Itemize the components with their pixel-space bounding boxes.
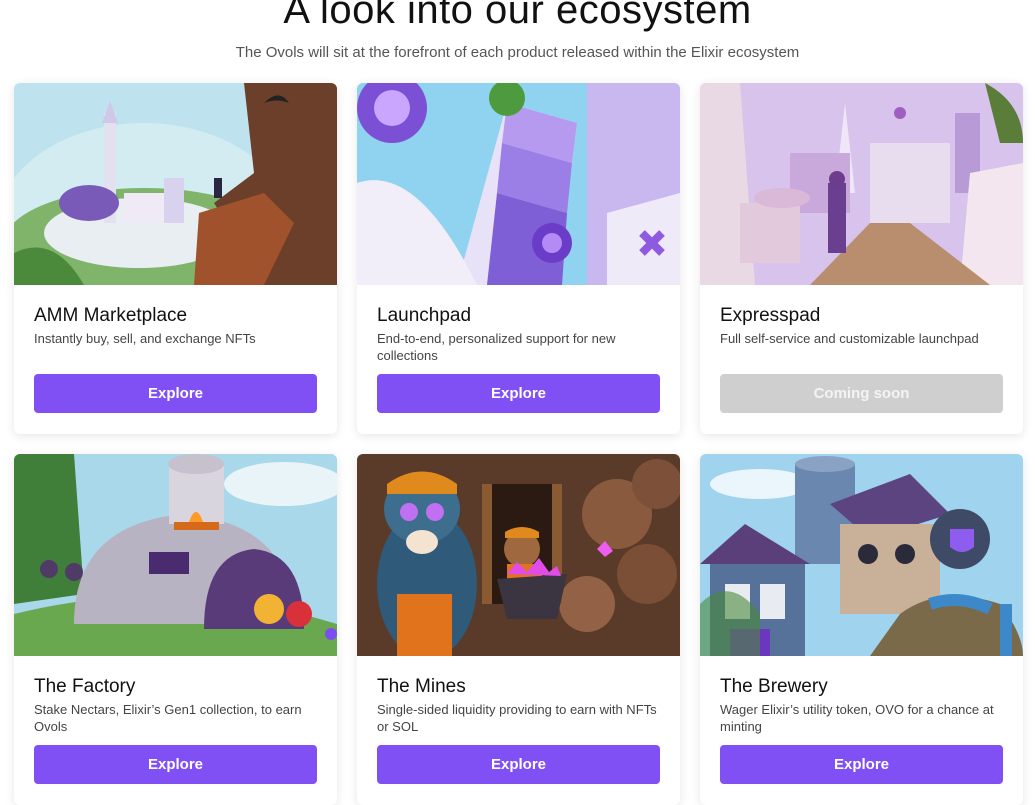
card-title: Launchpad [377, 305, 472, 326]
card-image-miner-apes [357, 454, 680, 656]
card-the-factory: The Factory Stake Nectars, Elixir’s Gen1… [14, 454, 337, 805]
card-the-brewery: The Brewery Wager Elixir’s utility token… [700, 454, 1023, 805]
card-description: Instantly buy, sell, and exchange NFTs [34, 331, 256, 346]
explore-button[interactable]: Explore [377, 374, 660, 413]
card-title: The Factory [34, 676, 136, 697]
card-title: The Mines [377, 676, 466, 697]
card-image-brewery-building [700, 454, 1023, 656]
explore-button[interactable]: Explore [720, 745, 1003, 784]
explore-button[interactable]: Explore [377, 745, 660, 784]
card-expresspad: Expresspad Full self-service and customi… [700, 83, 1023, 434]
page-subtitle: The Ovols will sit at the forefront of e… [235, 44, 800, 61]
card-description: Single-sided liquidity providing to earn… [377, 702, 657, 734]
card-description: Wager Elixir’s utility token, OVO for a … [720, 702, 994, 734]
card-description: Stake Nectars, Elixir’s Gen1 collection,… [34, 702, 302, 734]
page-title: A look into our ecosystem [283, 0, 752, 32]
card-title: The Brewery [720, 676, 828, 697]
coming-soon-button: Coming soon [720, 374, 1003, 413]
explore-button[interactable]: Explore [34, 745, 317, 784]
card-image-crystal-tower [357, 83, 680, 285]
card-image-pink-street [700, 83, 1023, 285]
explore-button[interactable]: Explore [34, 374, 317, 413]
card-image-furnace-dome [14, 454, 337, 656]
card-amm-marketplace: AMM Marketplace Instantly buy, sell, and… [14, 83, 337, 434]
card-description: Full self-service and customizable launc… [720, 331, 979, 346]
card-title: AMM Marketplace [34, 305, 188, 326]
card-the-mines: The Mines Single-sided liquidity providi… [357, 454, 680, 805]
card-launchpad: Launchpad End-to-end, personalized suppo… [357, 83, 680, 434]
card-description: End-to-end, personalized support for new… [377, 331, 616, 363]
card-image-floating-city [14, 83, 337, 285]
card-title: Expresspad [720, 305, 821, 326]
